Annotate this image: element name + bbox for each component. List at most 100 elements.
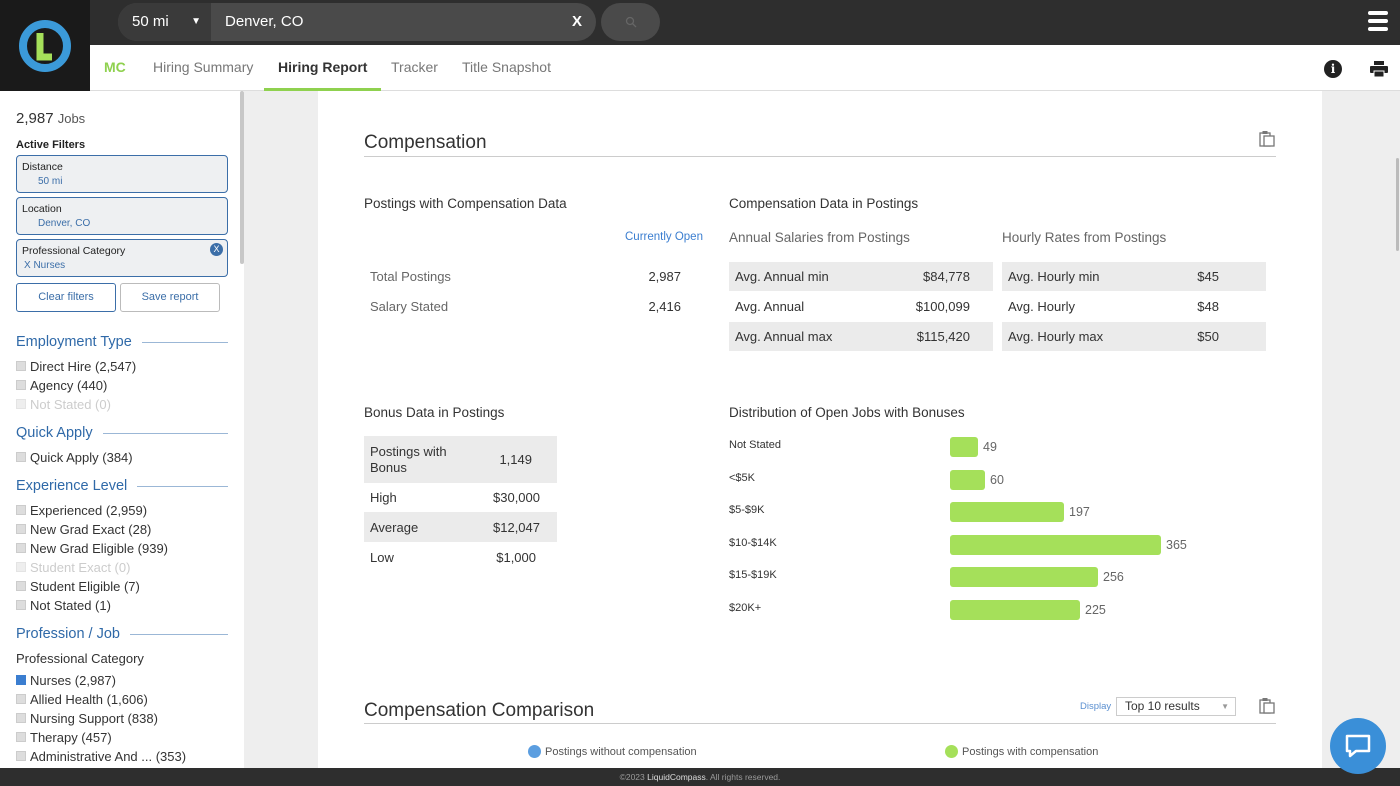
- tab-title-snapshot[interactable]: Title Snapshot: [462, 45, 551, 91]
- profession-job-header[interactable]: Profession / Job: [16, 626, 228, 642]
- comparison-title: Compensation Comparison: [364, 700, 595, 721]
- bar[interactable]: [950, 534, 1161, 555]
- section-title: Quick Apply: [16, 425, 93, 441]
- divider: [364, 156, 1276, 157]
- checkbox-box[interactable]: [16, 505, 26, 515]
- bonus-low-value: $1,000: [496, 550, 536, 565]
- bar-category-label: $20K+: [729, 602, 762, 614]
- sidebar-scrollbar[interactable]: [240, 91, 244, 264]
- print-icon[interactable]: [1370, 61, 1388, 78]
- section-title: Employment Type: [16, 334, 132, 350]
- divider: [364, 723, 1276, 724]
- display-select[interactable]: Top 10 results ▼: [1116, 697, 1236, 716]
- distance-select[interactable]: 50 mi ▼: [118, 3, 211, 41]
- filter-chip-location[interactable]: Location Denver, CO: [16, 197, 228, 235]
- bonus-low-label: Low: [370, 550, 394, 565]
- checkbox-box[interactable]: [16, 581, 26, 591]
- checkbox-direct-hire[interactable]: Direct Hire (2,547): [16, 358, 228, 374]
- page-scrollbar[interactable]: [1396, 158, 1399, 251]
- clipboard-icon[interactable]: [1259, 697, 1275, 714]
- checkbox-box[interactable]: [16, 675, 26, 685]
- checkbox-box[interactable]: [16, 524, 26, 534]
- checkbox-agency[interactable]: Agency (440): [16, 377, 228, 393]
- checkbox-box[interactable]: [16, 713, 26, 723]
- tab-hiring-report[interactable]: Hiring Report: [264, 45, 382, 91]
- checkbox-box[interactable]: [16, 543, 26, 553]
- caret-down-icon: ▼: [1221, 702, 1229, 711]
- bar[interactable]: [950, 567, 1098, 588]
- hourly-avg-value: $48: [1197, 299, 1219, 314]
- tab-tracker[interactable]: Tracker: [391, 45, 438, 91]
- save-report-button[interactable]: Save report: [120, 283, 220, 312]
- clipboard-icon[interactable]: [1259, 130, 1275, 147]
- postings-compensation-title: Postings with Compensation Data: [364, 196, 567, 211]
- bar[interactable]: [950, 600, 1080, 620]
- location-input[interactable]: Denver, CO: [225, 3, 303, 41]
- display-label: Display: [1080, 701, 1112, 712]
- report-panel: Compensation Postings with Compensation …: [318, 91, 1322, 768]
- remove-filter-icon[interactable]: X: [210, 243, 223, 256]
- bar-category-label: $15-$19K: [729, 569, 777, 582]
- checkbox-box[interactable]: [16, 694, 26, 704]
- checkbox-nurses[interactable]: Nurses (2,987): [16, 672, 228, 688]
- tab-mc[interactable]: MC: [104, 45, 126, 91]
- hourly-title: Hourly Rates from Postings: [1002, 230, 1167, 245]
- experience-level-header[interactable]: Experience Level: [16, 478, 228, 494]
- filter-chip-professional-category[interactable]: Professional Category X Nurses X: [16, 239, 228, 277]
- jobs-count: 2,987 Jobs: [16, 110, 228, 127]
- quick-apply-header[interactable]: Quick Apply: [16, 425, 228, 441]
- checkbox-box[interactable]: [16, 380, 26, 390]
- option-label: Not Stated (0): [30, 396, 111, 412]
- checkbox-new-grad-exact[interactable]: New Grad Exact (28): [16, 521, 228, 537]
- top-bar: 50 mi ▼ Denver, CO X: [0, 0, 1400, 45]
- bonus-high-label: High: [370, 490, 397, 505]
- checkbox-box[interactable]: [16, 452, 26, 462]
- footer: ©2023 LiquidCompass. All rights reserved…: [0, 768, 1400, 786]
- bar[interactable]: [950, 437, 978, 457]
- display-select-value: Top 10 results: [1125, 699, 1200, 713]
- bar-category-label: Not Stated: [729, 439, 781, 451]
- currently-open-header: Currently Open: [625, 231, 703, 243]
- filter-chip-label: Location: [22, 203, 62, 215]
- checkbox-quick-apply[interactable]: Quick Apply (384): [16, 449, 228, 465]
- bonus-postings-value: 1,149: [499, 452, 532, 467]
- filter-chip-distance[interactable]: Distance 50 mi: [16, 155, 228, 193]
- bonus-average-value: $12,047: [493, 520, 540, 535]
- checkbox-therapy[interactable]: Therapy (457): [16, 729, 228, 745]
- chat-button[interactable]: [1330, 718, 1386, 774]
- hourly-max-value: $50: [1197, 329, 1219, 344]
- checkbox-allied-health[interactable]: Allied Health (1,606): [16, 691, 228, 707]
- remove-value-icon[interactable]: X: [24, 260, 31, 271]
- checkbox-box[interactable]: [16, 361, 26, 371]
- comp-data-title: Compensation Data in Postings: [729, 196, 919, 211]
- checkbox-box: [16, 562, 26, 572]
- hourly-max-label: Avg. Hourly max: [1008, 329, 1104, 344]
- bar-value-label: 365: [1166, 537, 1187, 552]
- bar[interactable]: [950, 469, 985, 490]
- bonus-postings-label: Postings with Bonus: [370, 444, 447, 475]
- checkbox-student-eligible[interactable]: Student Eligible (7): [16, 578, 228, 594]
- checkbox-box[interactable]: [16, 751, 26, 761]
- checkbox-experienced[interactable]: Experienced (2,959): [16, 502, 228, 518]
- checkbox-box[interactable]: [16, 732, 26, 742]
- clear-location-button[interactable]: X: [572, 3, 582, 41]
- clear-filters-button[interactable]: Clear filters: [16, 283, 116, 312]
- bonus-high-value: $30,000: [493, 490, 540, 505]
- option-label: Experienced (2,959): [30, 502, 148, 518]
- annual-max-value: $115,420: [916, 329, 970, 344]
- bar[interactable]: [950, 502, 1064, 523]
- annual-max-label: Avg. Annual max: [735, 329, 833, 344]
- checkbox-nursing-support[interactable]: Nursing Support (838): [16, 710, 228, 726]
- search-button[interactable]: [601, 3, 660, 41]
- checkbox-new-grad-eligible[interactable]: New Grad Eligible (939): [16, 540, 228, 556]
- checkbox-box[interactable]: [16, 600, 26, 610]
- checkbox-administrative[interactable]: Administrative And ... (353): [16, 748, 228, 764]
- info-icon[interactable]: i: [1324, 60, 1342, 78]
- annual-avg-value: $100,099: [915, 299, 970, 314]
- hamburger-menu-icon[interactable]: [1368, 11, 1388, 33]
- checkbox-exp-not-stated[interactable]: Not Stated (1): [16, 597, 228, 613]
- employment-type-header[interactable]: Employment Type: [16, 334, 228, 350]
- liquidcompass-logo[interactable]: [0, 0, 90, 91]
- checkbox-student-exact: Student Exact (0): [16, 559, 228, 575]
- tab-hiring-summary[interactable]: Hiring Summary: [153, 45, 253, 91]
